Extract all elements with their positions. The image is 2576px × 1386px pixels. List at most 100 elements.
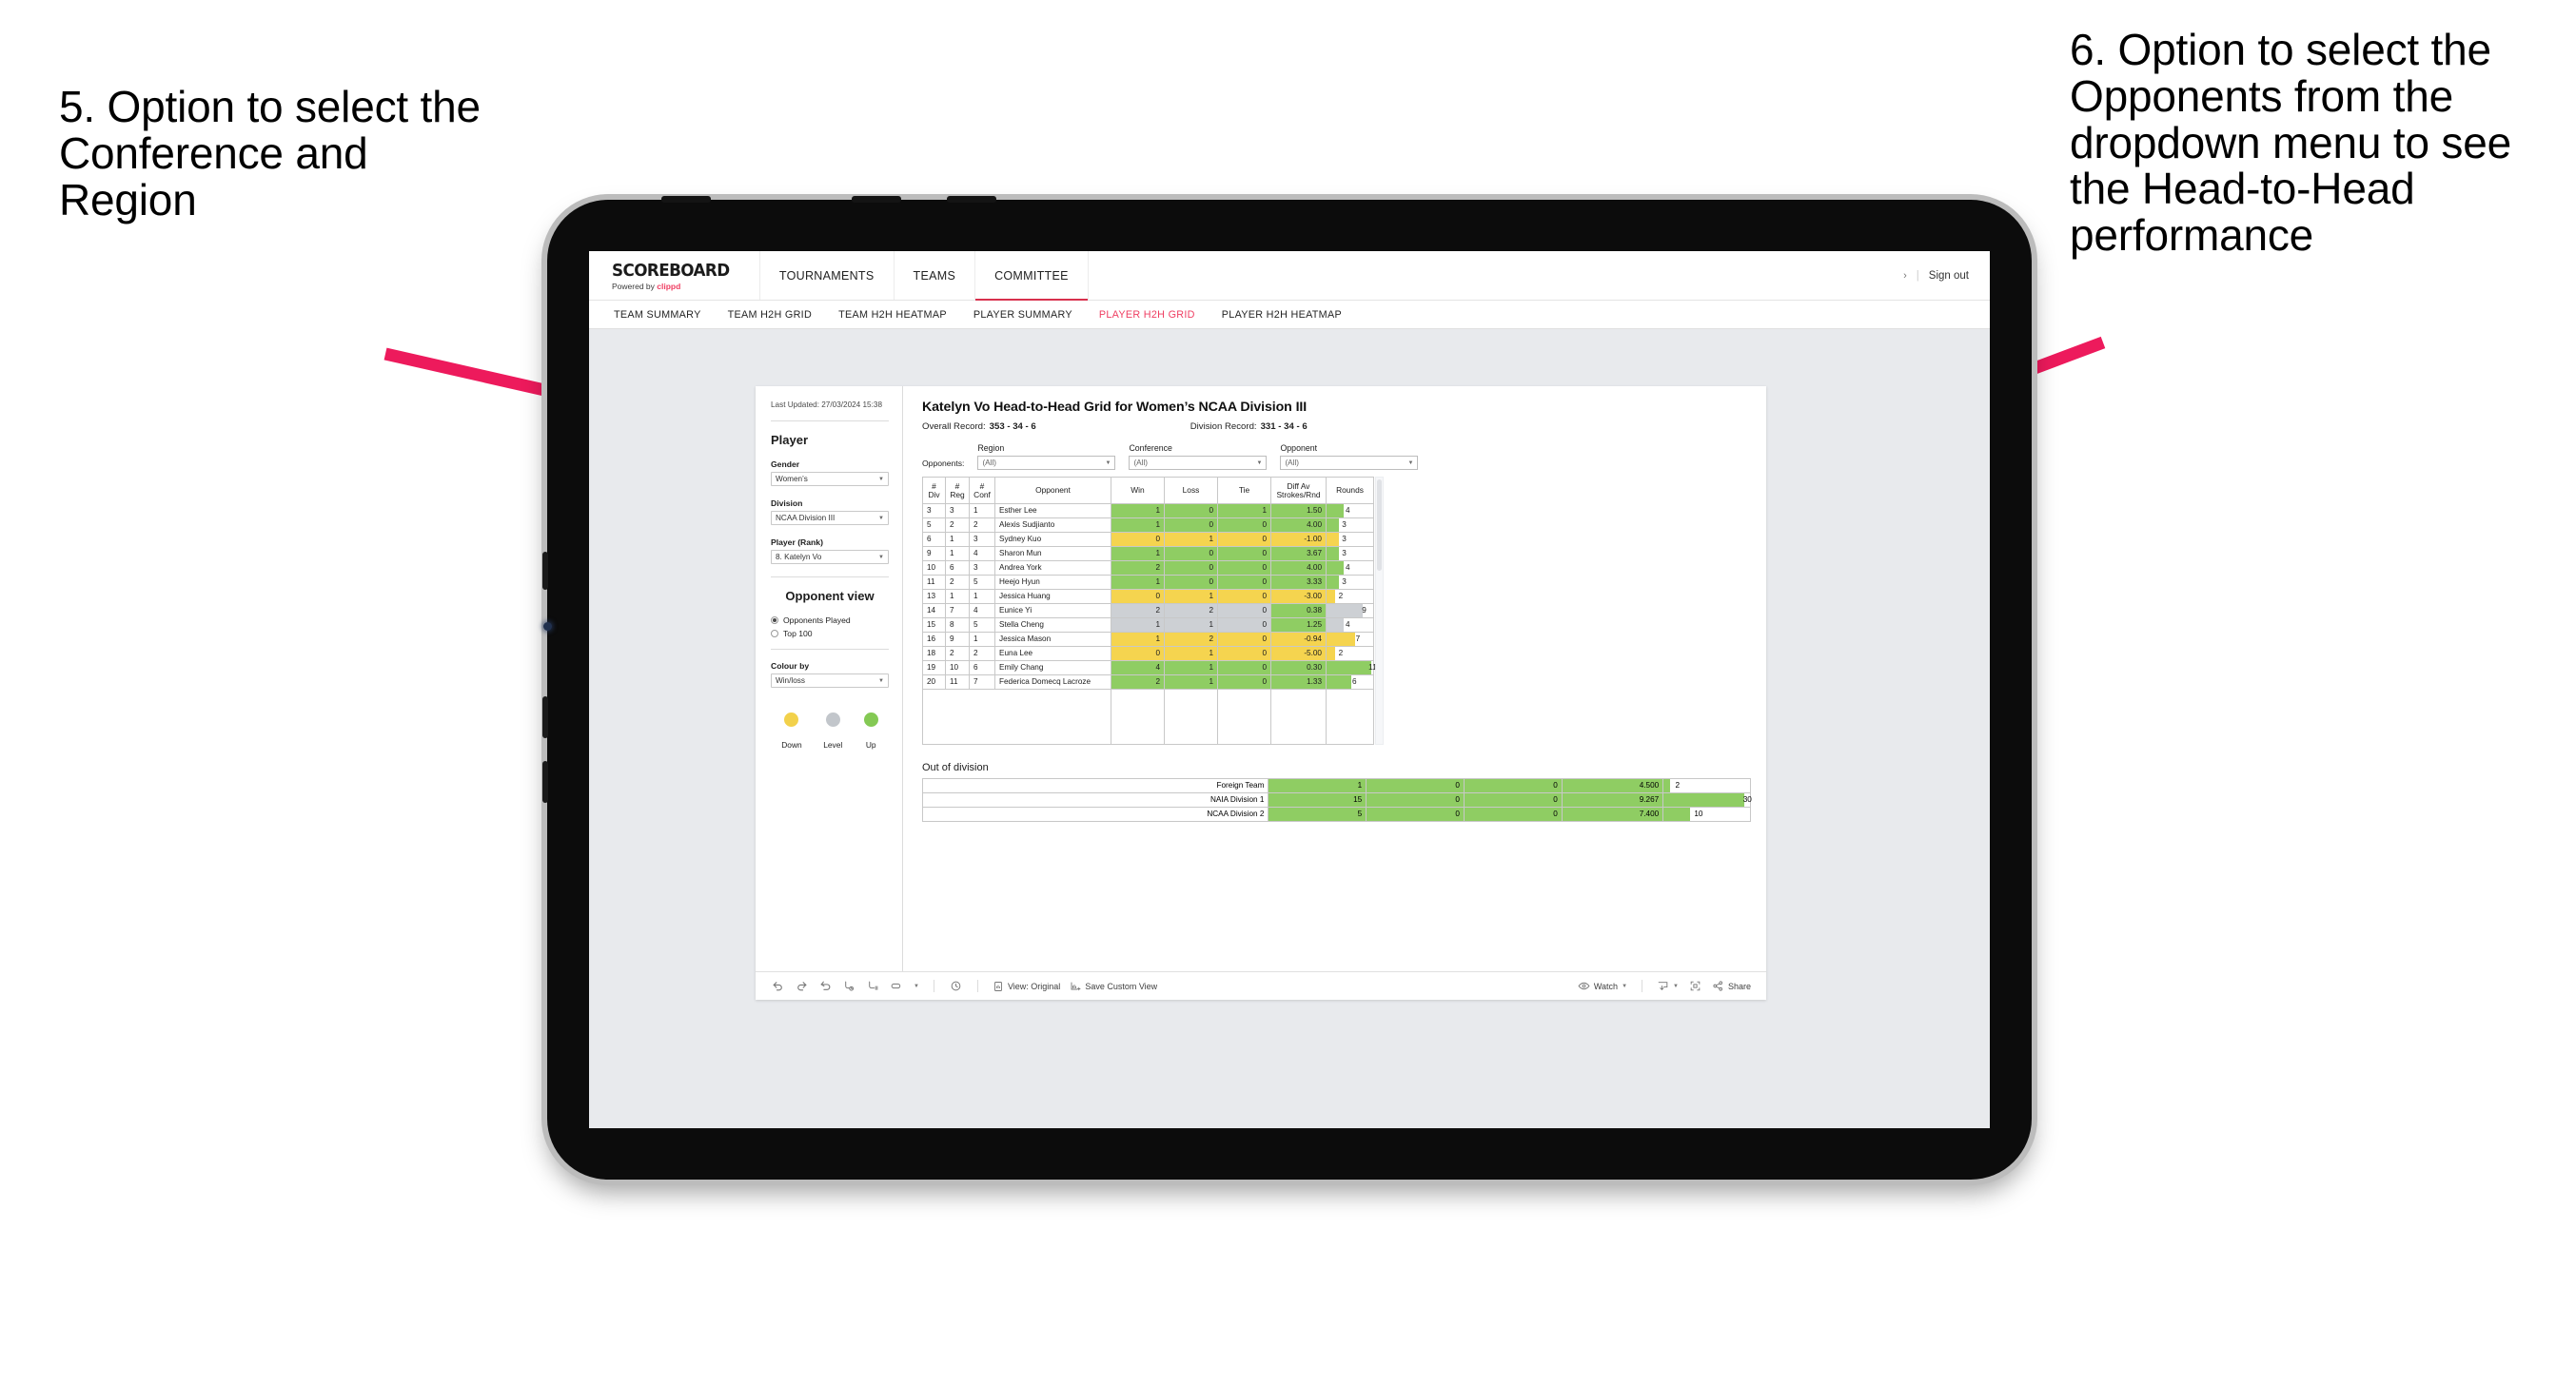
cell-ood-loss: 0 [1366, 807, 1465, 822]
cell-ood-diff: 7.400 [1561, 807, 1664, 822]
redo-icon[interactable] [795, 979, 809, 993]
filter-gender-dropdown[interactable]: Women’s ▼ [771, 472, 889, 487]
cell-loss: 0 [1164, 560, 1218, 576]
table-vertical-scrollbar[interactable] [1375, 477, 1384, 745]
subnav-item-player-summary[interactable]: PLAYER SUMMARY [973, 309, 1072, 321]
chevron-down-icon: ▼ [1673, 983, 1679, 989]
table-row[interactable]: 15 8 5 Stella Cheng 1 1 0 1.25 4 [922, 617, 1374, 633]
sidebar-heading-opponent-view: Opponent view [785, 589, 875, 604]
chevron-down-icon: ▼ [1256, 459, 1263, 466]
radio-top-100[interactable]: Top 100 [771, 629, 889, 638]
table-row[interactable]: 10 6 3 Andrea York 2 0 0 4.00 4 [922, 560, 1374, 576]
column-header-reg: # Reg [945, 477, 970, 504]
subnav-item-team-summary[interactable]: TEAM SUMMARY [614, 309, 701, 321]
table-row[interactable]: 5 2 2 Alexis Sudjianto 1 0 0 4.00 3 [922, 517, 1374, 533]
share-button[interactable]: Share [1712, 980, 1751, 992]
chevron-down-icon: ▼ [878, 677, 884, 684]
legend-label-down: Down [781, 740, 802, 751]
h2h-grid-header: # Div # Reg # Conf Opponent Win Loss Tie Di… [922, 477, 1374, 504]
revert-icon[interactable] [818, 979, 833, 993]
out-of-division-row[interactable]: Foreign Team 1 0 0 4.500 2 [921, 778, 1751, 793]
refresh-icon[interactable] [842, 979, 856, 993]
watch-label: Watch [1593, 981, 1619, 991]
out-of-division-heading: Out of division [922, 762, 989, 773]
chevron-down-icon: ▼ [878, 476, 884, 482]
table-row[interactable]: 13 1 1 Jessica Huang 0 1 0 -3.00 2 [922, 589, 1374, 604]
column-header-loss: Loss [1164, 477, 1218, 504]
rounds-value: 4 [1345, 619, 1350, 629]
chevron-right-icon[interactable]: › [1903, 270, 1907, 282]
subscribe-icon[interactable] [890, 979, 904, 993]
share-label: Share [1727, 981, 1751, 991]
view-original-button[interactable]: View: Original [993, 981, 1060, 992]
cell-opponent: Jessica Huang [994, 589, 1111, 604]
table-row[interactable]: 20 11 7 Federica Domecq Lacroze 2 1 0 1.33 6 [922, 674, 1374, 690]
radio-opponents-played[interactable]: Opponents Played [771, 615, 889, 625]
fullscreen-icon[interactable] [1688, 979, 1702, 993]
colour-legend: Down Level Up [771, 713, 889, 750]
table-row[interactable]: 18 2 2 Euna Lee 0 1 0 -5.00 2 [922, 646, 1374, 661]
cell-conf: 5 [969, 617, 995, 633]
cell-div: 20 [922, 674, 946, 690]
filter-colour-by-dropdown[interactable]: Win/loss ▼ [771, 673, 889, 689]
cell-tie: 0 [1217, 517, 1271, 533]
subnav-item-player-h2h-heatmap[interactable]: PLAYER H2H HEATMAP [1222, 309, 1342, 321]
brand-logo[interactable]: SCOREBOARD Powered by clippd [589, 251, 760, 300]
chevron-down-icon[interactable]: ▼ [914, 984, 919, 989]
overall-record: Overall Record: 353 - 34 - 6 [922, 421, 1036, 432]
rounds-value: 10 [1694, 809, 1703, 818]
watch-button[interactable]: Watch ▼ [1578, 980, 1627, 992]
table-row[interactable]: 3 3 1 Esther Lee 1 0 1 1.50 4 [922, 503, 1374, 518]
cell-ood-tie: 0 [1463, 778, 1563, 793]
cell-diff-av-strokes: -5.00 [1270, 646, 1327, 661]
cell-reg: 10 [945, 660, 970, 675]
subnav-item-player-h2h-grid[interactable]: PLAYER H2H GRID [1099, 309, 1195, 321]
table-row[interactable]: 16 9 1 Jessica Mason 1 2 0 -0.94 7 [922, 632, 1374, 647]
subnav-item-team-h2h-heatmap[interactable]: TEAM H2H HEATMAP [838, 309, 947, 321]
filter-colour-by: Colour by Win/loss ▼ [771, 661, 889, 689]
scrollbar-thumb[interactable] [1377, 479, 1382, 571]
blank-cell-win [1111, 689, 1165, 745]
radio-top-100-label: Top 100 [783, 629, 813, 639]
filter-player-rank-dropdown[interactable]: 8. Katelyn Vo ▼ [771, 550, 889, 565]
blank-cell-tie [1217, 689, 1271, 745]
cell-rounds: 3 [1326, 575, 1374, 590]
h2h-grid-table: # Div # Reg # Conf Opponent Win Loss Tie Di… [922, 477, 1377, 745]
filter-colour-by-value: Win/loss [776, 676, 805, 686]
out-of-division-row[interactable]: NAIA Division 1 15 0 0 9.267 30 [921, 792, 1752, 808]
filter-conference-dropdown[interactable]: (All) ▼ [1129, 456, 1268, 470]
filter-region-dropdown[interactable]: (All) ▼ [977, 456, 1116, 470]
cell-div: 14 [922, 603, 946, 618]
rounds-value: 4 [1345, 505, 1350, 515]
cell-conf: 5 [969, 575, 995, 590]
filter-division-dropdown[interactable]: NCAA Division III ▼ [771, 511, 889, 526]
pause-icon[interactable] [866, 979, 880, 993]
cell-loss: 1 [1164, 674, 1218, 690]
table-row[interactable]: 19 10 6 Emily Chang 4 1 0 0.30 11 [922, 660, 1377, 675]
sign-out-link[interactable]: Sign out [1929, 270, 1969, 282]
topnav-item-teams[interactable]: TEAMS [895, 251, 976, 300]
cell-rounds: 9 [1326, 603, 1374, 618]
legend-dot-up [863, 713, 878, 728]
subnav-item-team-h2h-grid[interactable]: TEAM H2H GRID [728, 309, 812, 321]
table-row[interactable]: 11 2 5 Heejo Hyun 1 0 0 3.33 3 [922, 575, 1374, 590]
cell-opponent: Emily Chang [994, 660, 1111, 675]
pause-auto-update-icon[interactable] [949, 979, 963, 993]
column-header-win: Win [1111, 477, 1165, 504]
cell-loss: 1 [1164, 660, 1218, 675]
dashboard-card: Last Updated: 27/03/2024 15:38 Player Ge… [756, 386, 1766, 1000]
table-row[interactable]: 6 1 3 Sydney Kuo 0 1 0 -1.00 3 [922, 532, 1374, 547]
topnav-item-tournaments[interactable]: TOURNAMENTS [760, 251, 895, 300]
table-row[interactable]: 14 7 4 Eunice Yi 2 2 0 0.38 9 [922, 603, 1374, 618]
download-button[interactable]: ▼ [1657, 980, 1679, 992]
table-row[interactable]: 9 1 4 Sharon Mun 1 0 0 3.67 3 [922, 546, 1374, 561]
save-custom-view-button[interactable]: Save Custom View [1070, 981, 1157, 992]
topnav-item-committee[interactable]: COMMITTEE [975, 251, 1089, 301]
out-of-division-row[interactable]: NCAA Division 2 5 0 0 7.400 10 [921, 807, 1751, 822]
undo-icon[interactable] [771, 979, 785, 993]
cell-conf: 4 [969, 603, 995, 618]
cell-rounds: 2 [1326, 589, 1374, 604]
h2h-grid-blank-filler [922, 689, 1374, 745]
cell-win: 4 [1111, 660, 1165, 675]
filter-opponent-dropdown[interactable]: (All) ▼ [1280, 456, 1419, 470]
